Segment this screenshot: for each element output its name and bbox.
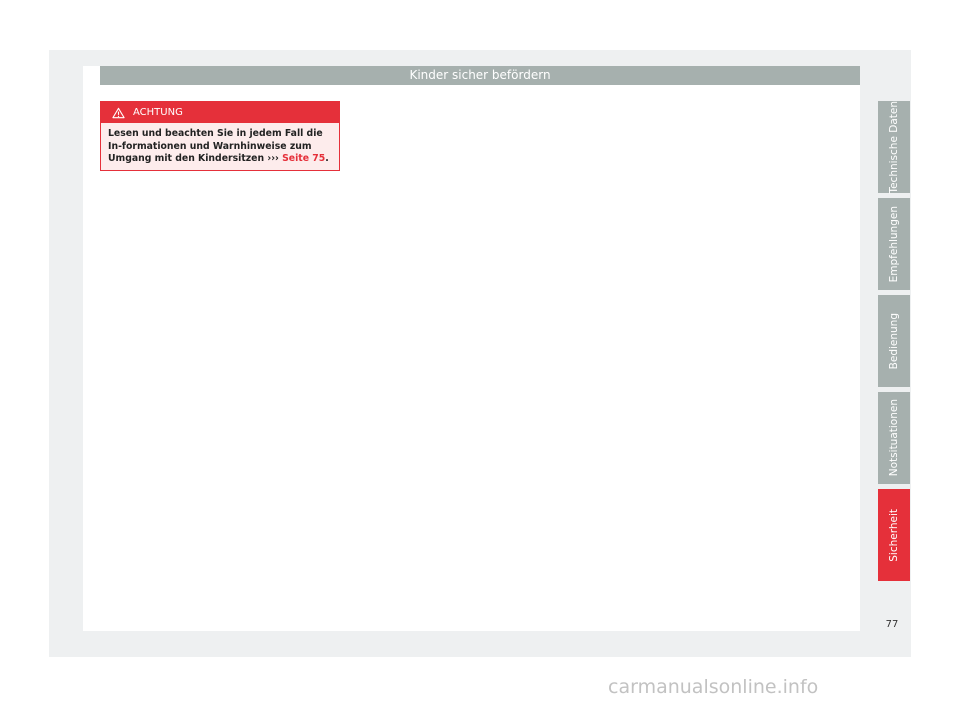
tab-label: Technische Daten bbox=[888, 100, 900, 194]
watermark: carmanualsonline.info bbox=[608, 676, 819, 698]
tab-technische-daten[interactable]: Technische Daten bbox=[878, 101, 910, 193]
warning-box: ACHTUNG Lesen und beachten Sie in jedem … bbox=[100, 101, 340, 171]
warning-triangle-icon bbox=[112, 107, 125, 118]
chapter-header: Kinder sicher befördern bbox=[100, 66, 860, 85]
tab-label: Sicherheit bbox=[888, 508, 900, 562]
tab-empfehlungen[interactable]: Empfehlungen bbox=[878, 198, 910, 290]
warning-end: . bbox=[325, 153, 329, 164]
tab-label: Empfehlungen bbox=[888, 205, 900, 283]
warning-heading: ACHTUNG bbox=[133, 107, 183, 118]
page-number: 77 bbox=[885, 619, 899, 630]
tab-label: Notsituationen bbox=[888, 399, 900, 477]
tab-notsituationen[interactable]: Notsituationen bbox=[878, 392, 910, 484]
warning-text: Lesen und beachten Sie in jedem Fall die… bbox=[101, 123, 339, 166]
reference-arrows: ››› bbox=[267, 153, 279, 164]
page-reference-link[interactable]: Seite 75 bbox=[282, 153, 325, 164]
chapter-title: Kinder sicher befördern bbox=[409, 68, 551, 82]
tab-label: Bedienung bbox=[888, 312, 900, 370]
tab-bedienung[interactable]: Bedienung bbox=[878, 295, 910, 387]
tab-sicherheit[interactable]: Sicherheit bbox=[878, 489, 910, 581]
warning-header: ACHTUNG bbox=[101, 102, 339, 123]
